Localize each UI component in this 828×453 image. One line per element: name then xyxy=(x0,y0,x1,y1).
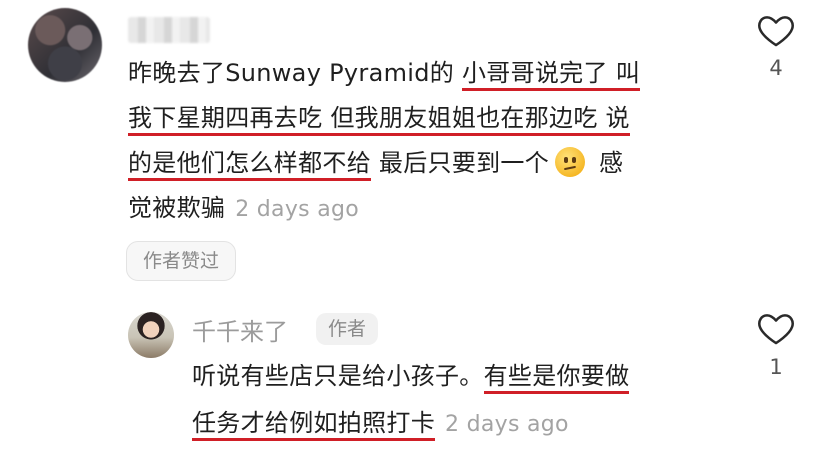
underlined-text: 的是他们怎么样都不给 xyxy=(128,149,371,181)
avatar[interactable] xyxy=(128,312,174,358)
underlined-text: 小哥哥说完了 叫 xyxy=(461,59,641,91)
reply-timestamp: 2 days ago xyxy=(445,412,569,437)
comment-text-part: 昨晚去了Sunway Pyramid的 xyxy=(128,59,462,87)
avatar[interactable] xyxy=(28,8,102,82)
reply-username[interactable]: 千千来了 xyxy=(192,312,288,347)
comment-text: 昨晚去了Sunway Pyramid的 小哥哥说完了 叫 我下星期四再去吃 但我… xyxy=(128,51,738,232)
comment-text-part: 感 xyxy=(591,149,624,177)
heart-icon[interactable] xyxy=(757,310,795,346)
like-count: 1 xyxy=(769,355,783,379)
underlined-text: 任务才给例如拍照打卡 xyxy=(192,409,435,441)
author-liked-badge: 作者赞过 xyxy=(126,241,237,281)
like-count: 4 xyxy=(769,56,783,80)
underlined-text: 有些是你要做 xyxy=(483,362,630,394)
reply-text-part: 听说有些店只是给小孩子。 xyxy=(192,362,484,390)
underlined-text: 我下星期四再去吃 但我朋友姐姐也在那边吃 说 xyxy=(128,104,630,136)
heart-icon[interactable] xyxy=(757,12,795,48)
comment-timestamp: 2 days ago xyxy=(235,197,360,222)
confused-face-emoji xyxy=(555,147,586,177)
comment-text-part: 觉被欺骗 xyxy=(128,194,226,222)
comment-text-part: 最后只要到一个 xyxy=(371,149,550,177)
username-blurred[interactable] xyxy=(128,17,210,43)
author-tag: 作者 xyxy=(316,313,379,345)
reply-text: 听说有些店只是给小孩子。有些是你要做 任务才给例如拍照打卡 2 days ago xyxy=(192,353,752,448)
